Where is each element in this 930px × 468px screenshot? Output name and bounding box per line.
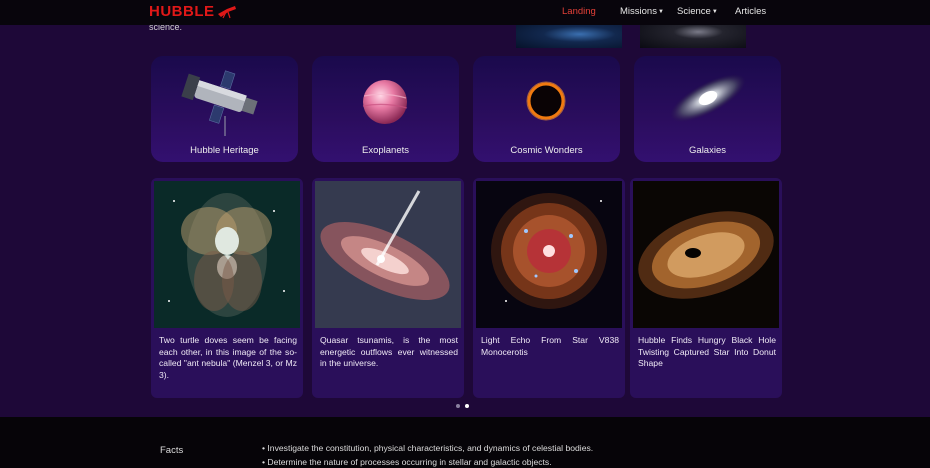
carousel-dots (456, 404, 469, 408)
story-card[interactable]: Light Echo From Star V838 Monocerotis (473, 178, 625, 398)
category-card-galaxies[interactable]: Galaxies (634, 56, 781, 162)
nav-science[interactable]: Science▼ (677, 6, 718, 17)
nav-landing[interactable]: Landing (562, 6, 596, 17)
footer: Facts Investigate the constitution, phys… (0, 417, 930, 468)
light-echo-image (476, 181, 622, 328)
story-caption: Two turtle doves seem be facing each oth… (159, 335, 297, 380)
facts-list: Investigate the constitution, physical c… (262, 441, 593, 468)
category-label: Galaxies (689, 145, 726, 156)
carousel-dot-active[interactable] (465, 404, 469, 408)
category-label: Hubble Heritage (190, 145, 259, 156)
black-hole-image (633, 181, 779, 328)
category-card-cosmic-wonders[interactable]: Cosmic Wonders (473, 56, 620, 162)
caret-down-icon: ▼ (657, 9, 664, 15)
facts-list-item: Investigate the constitution, physical c… (262, 441, 593, 455)
facts-list-item: Determine the nature of processes occurr… (262, 455, 593, 468)
category-label: Exoplanets (361, 145, 409, 156)
quasar-image (315, 181, 461, 328)
facts-title: Facts (160, 445, 184, 456)
nav-missions[interactable]: Missions▼ (620, 6, 664, 17)
hero-image-galaxy (640, 25, 746, 48)
story-card[interactable]: Quasar tsunamis, is the most energetic o… (312, 178, 464, 398)
category-label: Cosmic Wonders (510, 145, 583, 156)
planet-icon (362, 80, 408, 124)
hero-image-nebula (516, 25, 622, 48)
nav-articles[interactable]: Articles (735, 6, 766, 17)
story-card[interactable]: Hubble Finds Hungry Black Hole Twisting … (630, 178, 782, 398)
carousel-dot[interactable] (456, 404, 460, 408)
ant-nebula-image (154, 181, 300, 328)
eclipse-ring-icon (526, 81, 566, 121)
category-card-hubble-heritage[interactable]: Hubble Heritage (151, 56, 298, 162)
story-caption: Hubble Finds Hungry Black Hole Twisting … (638, 335, 776, 368)
story-card[interactable]: Two turtle doves seem be facing each oth… (151, 178, 303, 398)
category-card-exoplanets[interactable]: Exoplanets (312, 56, 459, 162)
caret-down-icon: ▼ (711, 9, 718, 15)
hero-strip: science. (0, 22, 930, 49)
navbar: HUBBLE Landing Missions▼ Science▼ Articl… (0, 0, 930, 25)
telescope-icon (181, 70, 258, 136)
story-caption: Quasar tsunamis, is the most energetic o… (320, 335, 458, 368)
galaxy-icon (670, 74, 746, 122)
nav-links: Landing Missions▼ Science▼ Articles (0, 6, 930, 20)
story-caption: Light Echo From Star V838 Monocerotis (481, 335, 619, 357)
